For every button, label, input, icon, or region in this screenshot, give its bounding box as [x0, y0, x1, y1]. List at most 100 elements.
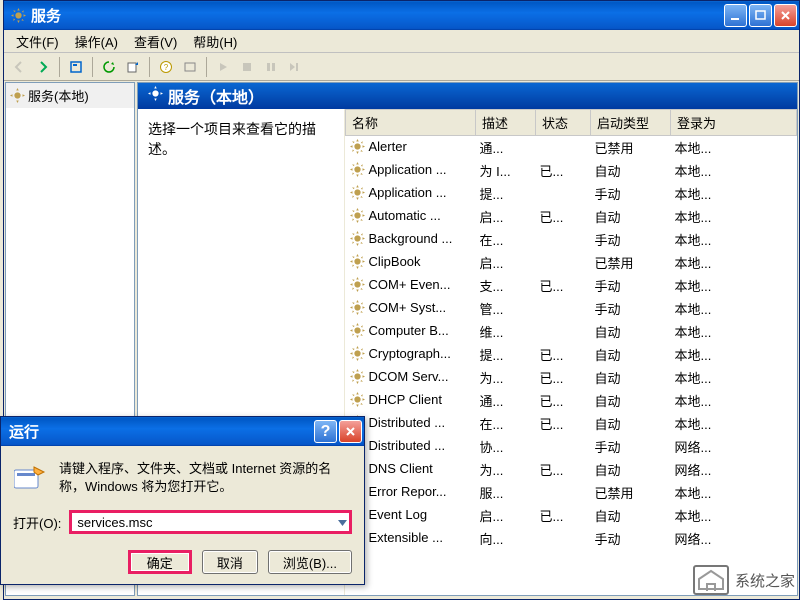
watermark-text: 系统之家	[735, 570, 795, 591]
tree-root-label: 服务(本地)	[28, 86, 89, 105]
service-row[interactable]: Event Log启...已...自动本地...	[346, 504, 797, 527]
service-row[interactable]: Distributed ...协...手动网络...	[346, 435, 797, 458]
run-titlebar[interactable]: 运行 ?	[1, 417, 364, 446]
restart-service-button	[284, 56, 306, 78]
gear-icon	[350, 184, 366, 200]
service-name: Error Repor...	[369, 484, 447, 499]
service-row[interactable]: Automatic ...启...已...自动本地...	[346, 205, 797, 228]
titlebar[interactable]: 服务	[4, 1, 799, 30]
service-name: Alerter	[369, 139, 407, 154]
service-startup: 自动	[591, 366, 671, 389]
service-row[interactable]: Application ...提...手动本地...	[346, 182, 797, 205]
menu-help[interactable]: 帮助(H)	[185, 30, 245, 53]
service-row[interactable]: Application ...为 I...已...自动本地...	[346, 159, 797, 182]
service-desc: 服...	[476, 481, 536, 504]
menu-action[interactable]: 操作(A)	[67, 30, 126, 53]
service-logon: 本地...	[671, 504, 797, 527]
help-button[interactable]: ?	[314, 420, 337, 443]
service-logon: 本地...	[671, 343, 797, 366]
service-startup: 已禁用	[591, 481, 671, 504]
service-name: Background ...	[369, 231, 453, 246]
close-button[interactable]	[774, 4, 797, 27]
service-startup: 手动	[591, 274, 671, 297]
service-row[interactable]: DNS Client为...已...自动网络...	[346, 458, 797, 481]
col-description[interactable]: 描述	[476, 110, 536, 136]
menubar: 文件(F) 操作(A) 查看(V) 帮助(H)	[4, 30, 799, 53]
service-desc: 启...	[476, 251, 536, 274]
service-name: Event Log	[369, 507, 428, 522]
service-startup: 自动	[591, 159, 671, 182]
service-desc: 支...	[476, 274, 536, 297]
service-row[interactable]: DHCP Client通...已...自动本地...	[346, 389, 797, 412]
gear-icon	[10, 8, 26, 24]
col-status[interactable]: 状态	[536, 110, 591, 136]
service-status	[536, 297, 591, 320]
separator	[92, 57, 93, 77]
forward-button[interactable]	[32, 56, 54, 78]
gear-icon	[350, 299, 366, 315]
service-row[interactable]: Alerter通...已禁用本地...	[346, 136, 797, 160]
properties-button[interactable]	[65, 56, 87, 78]
service-startup: 自动	[591, 458, 671, 481]
col-startup[interactable]: 启动类型	[591, 110, 671, 136]
ok-button[interactable]: 确定	[128, 550, 192, 574]
minimize-button[interactable]	[724, 4, 747, 27]
tool-button[interactable]	[179, 56, 201, 78]
svg-text:?: ?	[164, 63, 169, 72]
col-logon[interactable]: 登录为	[671, 110, 797, 136]
service-name: Computer B...	[369, 323, 449, 338]
service-startup: 手动	[591, 435, 671, 458]
service-row[interactable]: Background ...在...手动本地...	[346, 228, 797, 251]
service-status: 已...	[536, 366, 591, 389]
menu-file[interactable]: 文件(F)	[8, 30, 67, 53]
services-list[interactable]: 名称 描述 状态 启动类型 登录为 Alerter通...已禁用本地...App…	[345, 109, 797, 595]
service-status: 已...	[536, 274, 591, 297]
stop-service-button	[236, 56, 258, 78]
service-desc: 在...	[476, 228, 536, 251]
close-button[interactable]	[339, 420, 362, 443]
service-startup: 手动	[591, 228, 671, 251]
cancel-button[interactable]: 取消	[202, 550, 258, 574]
service-row[interactable]: DCOM Serv...为...已...自动本地...	[346, 366, 797, 389]
service-desc: 为 I...	[476, 159, 536, 182]
service-desc: 在...	[476, 412, 536, 435]
service-row[interactable]: Cryptograph...提...已...自动本地...	[346, 343, 797, 366]
service-logon: 本地...	[671, 297, 797, 320]
service-row[interactable]: Error Repor...服...已禁用本地...	[346, 481, 797, 504]
service-row[interactable]: Extensible ...向...手动网络...	[346, 527, 797, 550]
gear-icon	[350, 230, 366, 246]
service-status	[536, 320, 591, 343]
maximize-button[interactable]	[749, 4, 772, 27]
run-input[interactable]	[69, 510, 352, 534]
service-status	[536, 527, 591, 550]
service-desc: 提...	[476, 182, 536, 205]
service-status: 已...	[536, 205, 591, 228]
service-desc: 维...	[476, 320, 536, 343]
service-row[interactable]: ClipBook启...已禁用本地...	[346, 251, 797, 274]
service-startup: 手动	[591, 182, 671, 205]
browse-button[interactable]: 浏览(B)...	[268, 550, 352, 574]
service-name: Automatic ...	[369, 208, 441, 223]
window-title: 服务	[31, 5, 724, 26]
tree-root-services[interactable]: 服务(本地)	[6, 83, 134, 108]
service-desc: 通...	[476, 389, 536, 412]
service-name: Cryptograph...	[369, 346, 451, 361]
service-name: COM+ Syst...	[369, 300, 447, 315]
toolbar: ?	[4, 53, 799, 81]
run-description: 请键入程序、文件夹、文档或 Internet 资源的名称，Windows 将为您…	[59, 460, 352, 496]
gear-icon	[350, 207, 366, 223]
service-name: Extensible ...	[369, 530, 443, 545]
service-row[interactable]: Computer B...维...自动本地...	[346, 320, 797, 343]
menu-view[interactable]: 查看(V)	[126, 30, 185, 53]
service-row[interactable]: COM+ Syst...管...手动本地...	[346, 297, 797, 320]
service-name: DCOM Serv...	[369, 369, 449, 384]
export-list-button[interactable]	[122, 56, 144, 78]
help-button[interactable]: ?	[155, 56, 177, 78]
refresh-button[interactable]	[98, 56, 120, 78]
col-name[interactable]: 名称	[346, 110, 476, 136]
service-row[interactable]: COM+ Even...支...已...手动本地...	[346, 274, 797, 297]
run-title-text: 运行	[9, 421, 314, 442]
service-status	[536, 136, 591, 160]
service-row[interactable]: Distributed ...在...已...自动本地...	[346, 412, 797, 435]
service-status: 已...	[536, 504, 591, 527]
